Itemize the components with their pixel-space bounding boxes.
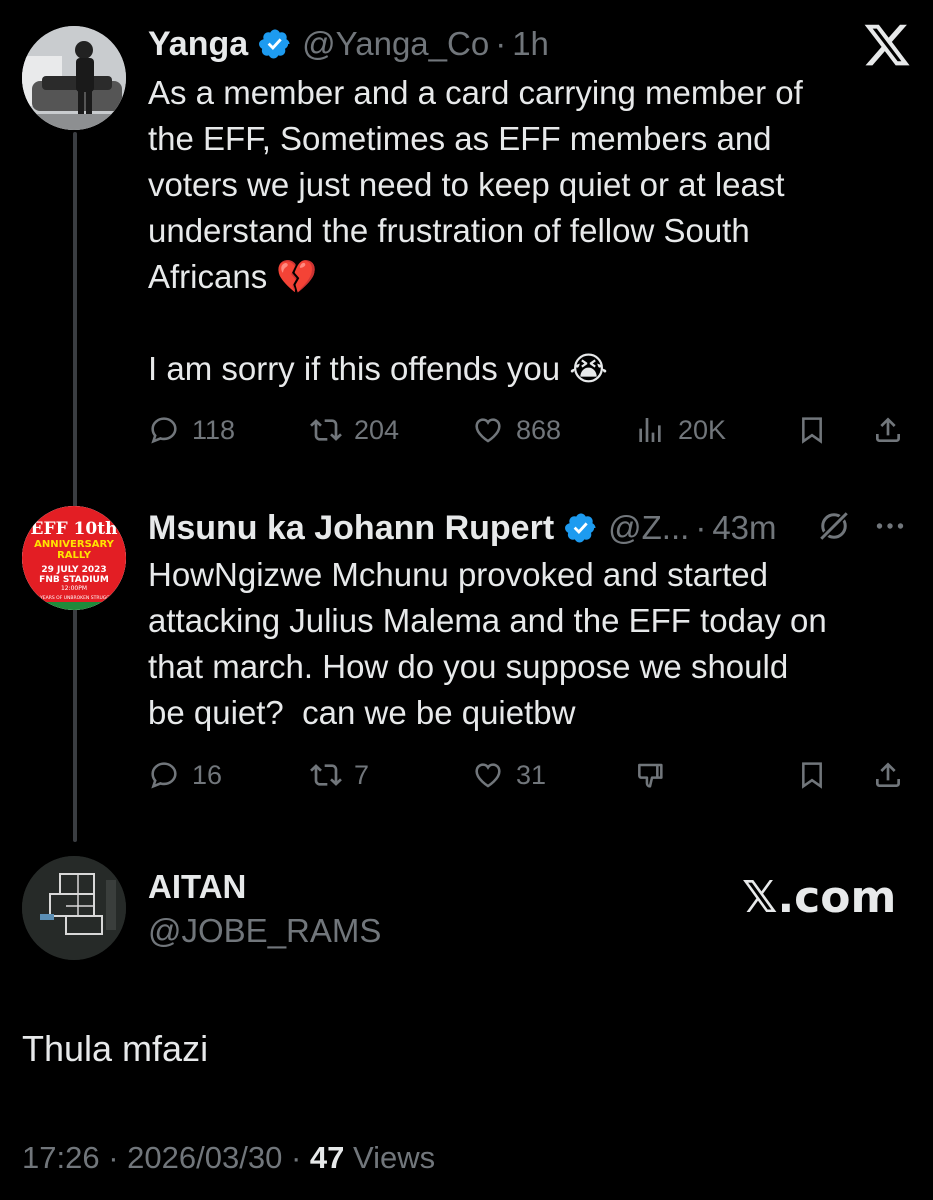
- reply-meta-sep2: ·: [290, 1140, 302, 1175]
- tweet1-header: Yanga @Yanga_Co · 1h: [148, 22, 549, 66]
- avatar-text-line7: 10 YEARS OF UNBROKEN STRUGGLE: [33, 595, 115, 601]
- tweet1-text: As a member and a card carrying member o…: [148, 74, 803, 387]
- reply-views-label: Views: [353, 1140, 436, 1175]
- repost-count: 7: [354, 759, 370, 790]
- repost-button[interactable]: 7: [310, 759, 369, 791]
- tweet1-separator: ·: [495, 25, 507, 62]
- reply-count: 16: [192, 759, 223, 790]
- views-button[interactable]: 20K: [634, 414, 726, 446]
- heart-icon: [475, 763, 501, 788]
- more-options-icon[interactable]: [872, 508, 908, 544]
- tweet2-actions: 16 7 31: [148, 755, 908, 795]
- thread-line: [73, 132, 77, 842]
- tweet2-author-name[interactable]: Msunu ka Johann Rupert: [148, 509, 554, 548]
- like-button[interactable]: 31: [472, 759, 546, 791]
- reply-time[interactable]: 17:26: [22, 1140, 100, 1175]
- avatar-yanga[interactable]: [22, 26, 126, 130]
- avatar-photo: [22, 26, 126, 130]
- share-icon: [876, 762, 900, 787]
- repost-count: 204: [354, 414, 400, 445]
- x-logo-icon[interactable]: [862, 20, 912, 70]
- share-icon: [876, 417, 900, 442]
- reply-text: Thula mfazi: [22, 1028, 209, 1069]
- repost-icon: [310, 419, 342, 441]
- avatar-text-line6: 12:00PM: [61, 585, 87, 592]
- bookmark-button[interactable]: [796, 414, 828, 446]
- reply-author-handle[interactable]: @JOBE_RAMS: [148, 912, 381, 950]
- tweet2-text: HowNgizwe Mchunu provoked and started at…: [148, 556, 827, 731]
- reply-button[interactable]: 16: [148, 759, 222, 791]
- share-button[interactable]: [872, 759, 904, 791]
- reply-count: 118: [192, 414, 236, 445]
- bookmark-icon: [802, 762, 822, 789]
- eff-rally-avatar: EFF 10th ANNIVERSARY RALLY 29 JULY 2023 …: [22, 506, 126, 610]
- avatar-text-line5: FNB STADIUM: [39, 575, 109, 585]
- repost-button[interactable]: 204: [310, 414, 399, 446]
- like-button[interactable]: 868: [472, 414, 561, 446]
- views-chart-icon: [639, 418, 661, 442]
- tweet2-header: Msunu ka Johann Rupert @Z... · 43m: [148, 506, 777, 550]
- avatar-aitan[interactable]: [22, 856, 126, 960]
- avatar-text-line1: EFF 10th: [31, 519, 118, 539]
- reply-button[interactable]: 118: [148, 414, 235, 446]
- avatar-text-line4: 29 JULY 2023: [41, 565, 106, 575]
- reply-views-count: 47: [309, 1140, 345, 1175]
- like-count: 868: [516, 414, 562, 445]
- reply-meta: 17:26 · 2026/03/30 · 47 Views: [22, 1140, 435, 1176]
- share-button[interactable]: [872, 414, 904, 446]
- views-count: 20K: [678, 414, 727, 445]
- downvote-button[interactable]: [634, 759, 666, 791]
- tweet2-time[interactable]: 43m: [712, 509, 776, 547]
- reply-author-name[interactable]: AITAN: [148, 868, 246, 906]
- reply-icon: [151, 417, 177, 444]
- verified-badge-icon: [564, 511, 598, 545]
- avatar-text-line2: ANNIVERSARY: [34, 539, 115, 550]
- reply-meta-sep1: ·: [108, 1140, 119, 1175]
- reply-date[interactable]: 2026/03/30: [127, 1140, 282, 1175]
- tweet1-handle[interactable]: @Yanga_Co: [302, 25, 489, 63]
- tweet1-time[interactable]: 1h: [512, 25, 549, 63]
- like-count: 31: [516, 759, 547, 790]
- tweet1-author-name[interactable]: Yanga: [148, 25, 248, 64]
- bookmark-icon: [802, 417, 822, 444]
- tweet1-actions: 118 204 868 20K: [148, 410, 908, 450]
- avatar-msunu[interactable]: EFF 10th ANNIVERSARY RALLY 29 JULY 2023 …: [22, 506, 126, 610]
- grok-icon[interactable]: [816, 508, 852, 544]
- floor-plan-avatar: [22, 856, 126, 960]
- avatar-text-line3: RALLY: [57, 550, 92, 561]
- tweet2-handle[interactable]: @Z...: [608, 509, 689, 547]
- reply-icon: [151, 762, 177, 789]
- heart-icon: [475, 418, 501, 443]
- tweet2-separator: ·: [695, 509, 707, 546]
- repost-icon: [310, 764, 342, 786]
- thumbs-down-icon: [638, 763, 663, 788]
- bookmark-button[interactable]: [796, 759, 828, 791]
- verified-badge-icon: [258, 27, 292, 61]
- x-com-watermark: 𝕏.com: [742, 872, 897, 923]
